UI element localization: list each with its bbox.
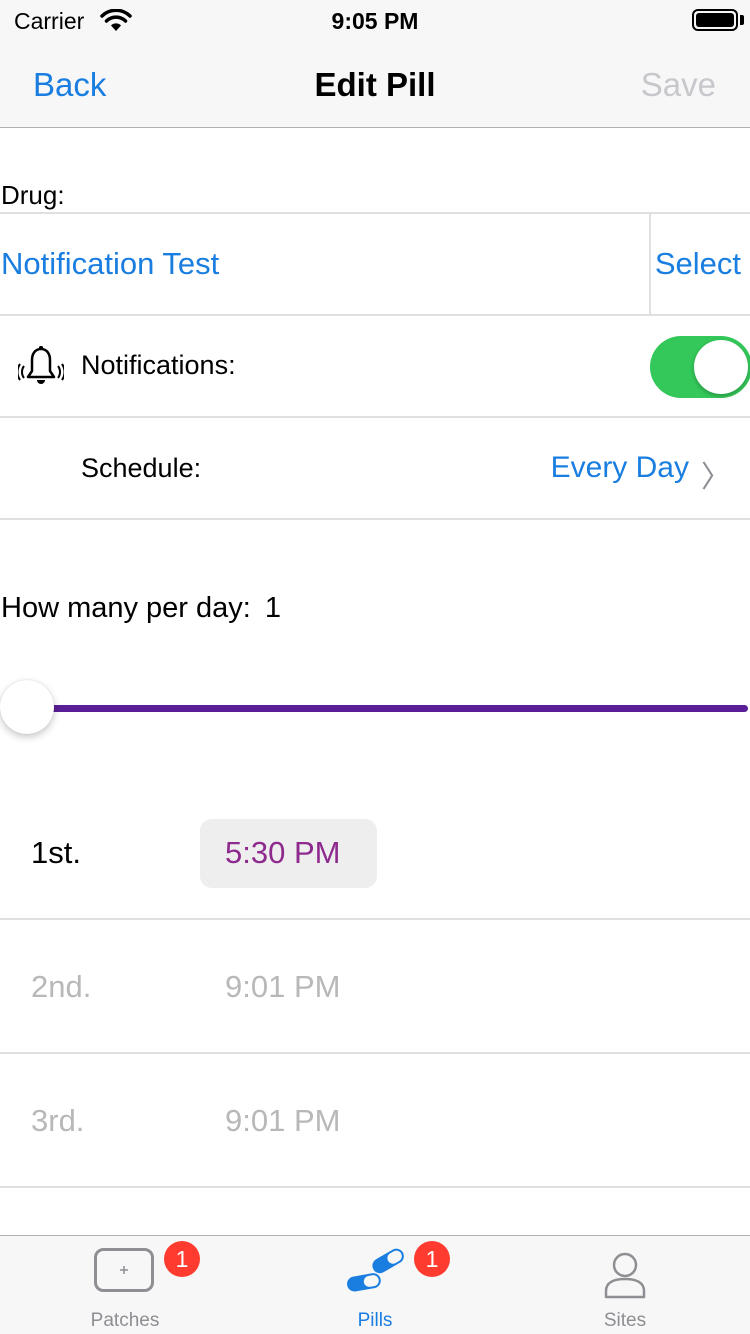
- drug-label: Drug:: [1, 180, 65, 210]
- page-title: Edit Pill: [314, 66, 436, 103]
- divider: [0, 1186, 750, 1188]
- time-value[interactable]: 5:30 PM: [225, 835, 340, 871]
- select-drug-button[interactable]: Select: [655, 246, 741, 282]
- per-day-slider-thumb[interactable]: [0, 680, 54, 734]
- bell-icon: [18, 346, 64, 384]
- pills-badge: 1: [414, 1241, 450, 1277]
- divider: [649, 214, 651, 315]
- time-row-ordinal: 2nd.: [31, 969, 92, 1004]
- time-row-ordinal: 1st.: [31, 835, 81, 870]
- tab-patches[interactable]: 1 Patches: [0, 1236, 250, 1334]
- patch-icon: [94, 1248, 154, 1292]
- tab-sites[interactable]: Sites: [500, 1236, 750, 1334]
- navigation-bar: Back Edit Pill Save: [0, 40, 750, 128]
- chevron-right-icon[interactable]: 〉: [701, 452, 731, 496]
- schedule-value[interactable]: Every Day: [551, 451, 689, 485]
- drug-name-field[interactable]: Notification Test: [1, 246, 219, 282]
- time-value: 9:01 PM: [225, 969, 341, 1004]
- divider: [0, 212, 750, 214]
- save-button[interactable]: Save: [641, 66, 716, 104]
- tab-label: Pills: [357, 1310, 393, 1331]
- notifications-label: Notifications:: [81, 350, 236, 380]
- person-icon: [604, 1252, 646, 1299]
- time-row-ordinal: 3rd.: [31, 1103, 85, 1138]
- per-day-label: How many per day:: [1, 592, 251, 624]
- schedule-label: Schedule:: [81, 453, 202, 483]
- toggle-knob: [694, 340, 748, 394]
- divider: [0, 314, 750, 316]
- pill-icon: [347, 1248, 404, 1292]
- per-day-row: How many per day: 1: [1, 592, 281, 625]
- divider: [0, 1052, 750, 1054]
- tab-label: Sites: [603, 1310, 647, 1331]
- tab-label: Patches: [90, 1310, 160, 1331]
- time-value: 9:01 PM: [225, 1103, 341, 1138]
- tab-pills[interactable]: 1 Pills: [250, 1236, 500, 1334]
- status-bar: Carrier 9:05 PM: [0, 0, 750, 40]
- divider: [0, 416, 750, 418]
- patches-badge: 1: [164, 1241, 200, 1277]
- status-time: 9:05 PM: [331, 8, 419, 34]
- battery-tip: [740, 15, 744, 25]
- divider: [0, 518, 750, 520]
- notifications-toggle[interactable]: [650, 336, 750, 398]
- divider: [0, 918, 750, 920]
- tab-bar: 1 Patches 1 Pills Sites: [0, 1235, 750, 1334]
- battery-icon: [692, 9, 738, 31]
- per-day-slider-track[interactable]: [28, 705, 748, 712]
- per-day-count: 1: [264, 592, 281, 624]
